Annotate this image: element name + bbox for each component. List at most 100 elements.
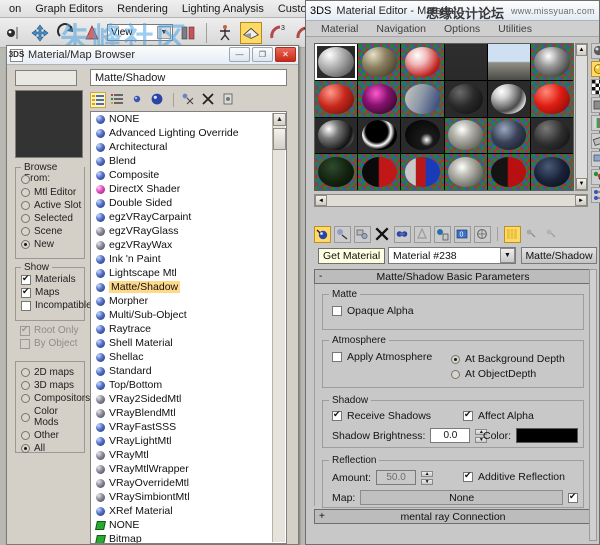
list-item[interactable]: egzVRayCarpaint: [91, 210, 286, 224]
checkbox-icon[interactable]: [463, 471, 473, 482]
collapse-sign[interactable]: -: [319, 271, 322, 282]
radio-icon[interactable]: [21, 188, 30, 197]
list-item[interactable]: Multi/Sub-Object: [91, 308, 286, 322]
material-map-browser-window[interactable]: 3DS Material/Map Browser — ❐ ✕ Browse Fr…: [6, 45, 299, 545]
radio-compositors[interactable]: Compositors: [21, 393, 90, 404]
browser-toolbar[interactable]: [90, 90, 287, 110]
scroll-up-button[interactable]: ▲: [576, 44, 587, 56]
put-to-library-icon[interactable]: [434, 225, 451, 243]
material-list-items[interactable]: NONE Advanced Lighting Override Architectu…: [91, 112, 286, 543]
material-list[interactable]: NONE Advanced Lighting Override Architectu…: [90, 111, 287, 544]
shadow-brightness-field[interactable]: Shadow Brightness: 0.0 ▲ ▼: [332, 428, 489, 443]
options-icon[interactable]: [591, 151, 600, 167]
list-item[interactable]: NONE: [91, 518, 286, 532]
checkbox-maps[interactable]: Maps: [21, 287, 84, 298]
menu-item-rendering[interactable]: Rendering: [110, 0, 175, 17]
menu-item-graph-editors[interactable]: Graph Editors: [28, 0, 110, 17]
sample-slot[interactable]: [315, 44, 358, 80]
assign-material-to-selection-icon[interactable]: [354, 225, 371, 243]
radio-icon[interactable]: [21, 431, 30, 440]
list-item[interactable]: Shell Material: [91, 336, 286, 350]
checkbox-icon[interactable]: [332, 410, 342, 421]
material-scissors-icon[interactable]: [181, 92, 197, 108]
sample-slot[interactable]: [315, 80, 358, 117]
radio-selected[interactable]: Selected: [21, 213, 84, 224]
list-item[interactable]: VRayMtl: [91, 448, 286, 462]
material-name-combo[interactable]: Material #238 ▼: [388, 247, 516, 264]
receive-shadows-checkbox[interactable]: Receive Shadows: [332, 410, 583, 422]
sample-slot[interactable]: [530, 80, 573, 117]
list-item[interactable]: VRaySimbiontMtl: [91, 490, 286, 504]
radio-other[interactable]: Other: [21, 430, 84, 441]
sample-slot[interactable]: [358, 44, 401, 80]
view-list-detail-icon[interactable]: [110, 92, 126, 108]
map-enable-checkbox-icon[interactable]: [568, 492, 578, 503]
menu-utilities[interactable]: Utilities: [489, 23, 541, 35]
make-preview-icon[interactable]: [591, 133, 600, 149]
sample-slot[interactable]: [401, 44, 444, 80]
radio-icon[interactable]: [21, 394, 30, 403]
sample-slot[interactable]: [315, 117, 358, 154]
snaps-toggle-icon[interactable]: [240, 21, 262, 44]
list-item[interactable]: Raytrace: [91, 322, 286, 336]
list-item[interactable]: Bitmap: [91, 532, 286, 543]
show-end-result-icon[interactable]: [504, 225, 521, 243]
radio-2d-maps[interactable]: 2D maps: [21, 367, 84, 378]
sample-slot[interactable]: [487, 117, 530, 154]
browser-preview-pane[interactable]: [15, 90, 83, 158]
radio-icon[interactable]: [21, 227, 30, 236]
list-item[interactable]: Standard: [91, 364, 286, 378]
editor-side-toolbar[interactable]: [590, 43, 600, 223]
radio-icon[interactable]: [21, 444, 30, 453]
list-item[interactable]: Morpher: [91, 294, 286, 308]
radio-mtl-editor[interactable]: Mtl Editor: [21, 187, 84, 198]
sample-slot[interactable]: [358, 154, 401, 190]
opaque-alpha-checkbox[interactable]: Opaque Alpha: [332, 305, 583, 317]
show-map-in-viewport-icon[interactable]: [474, 225, 491, 243]
menu-item-lighting-analysis[interactable]: Lighting Analysis: [175, 0, 271, 17]
sample-slot[interactable]: [487, 44, 530, 80]
amount-input[interactable]: 50.0: [376, 470, 417, 485]
radio-new[interactable]: New: [21, 239, 84, 250]
chevron-down-icon[interactable]: ▼: [500, 248, 515, 263]
list-item[interactable]: VRayLightMtl: [91, 434, 286, 448]
editor-params-scrollbar[interactable]: [589, 269, 597, 541]
checkbox-icon[interactable]: [21, 287, 31, 298]
additive-reflection-checkbox[interactable]: Additive Reflection: [463, 471, 565, 483]
list-item[interactable]: VRayFastSSS: [91, 420, 286, 434]
list-item[interactable]: Lightscape Mtl: [91, 266, 286, 280]
chevron-down-icon[interactable]: ▼: [157, 26, 171, 39]
radio-icon[interactable]: [21, 214, 30, 223]
sample-slot[interactable]: [315, 154, 358, 190]
sample-slot[interactable]: [487, 80, 530, 117]
sample-slot[interactable]: [530, 154, 573, 190]
scroll-thumb[interactable]: [273, 128, 286, 150]
radio-at-object-depth[interactable]: At ObjectDepth: [451, 368, 536, 380]
sample-slots-grid[interactable]: [314, 43, 574, 191]
list-item[interactable]: Advanced Lighting Override: [91, 126, 286, 140]
sample-slot[interactable]: [401, 80, 444, 117]
use-pivot-point-center-icon[interactable]: [177, 22, 199, 44]
radio-active-slot[interactable]: Active Slot: [21, 200, 84, 211]
view-list-icon[interactable]: [90, 92, 106, 108]
list-item[interactable]: Matte/Shadow: [91, 280, 286, 294]
list-item[interactable]: egzVRayGlass: [91, 224, 286, 238]
delete-x-icon[interactable]: [201, 92, 217, 108]
select-and-scale-icon[interactable]: [81, 22, 103, 44]
reset-map-icon[interactable]: [374, 226, 391, 243]
material-info-icon[interactable]: [221, 92, 237, 108]
select-and-manipulate-icon[interactable]: [214, 22, 236, 44]
menu-navigation[interactable]: Navigation: [367, 23, 435, 35]
menu-options[interactable]: Options: [435, 23, 489, 35]
radio-icon[interactable]: [21, 240, 30, 249]
list-item[interactable]: Shellac: [91, 350, 286, 364]
video-color-check-icon[interactable]: [591, 115, 600, 131]
browser-title-bar[interactable]: 3DS Material/Map Browser — ❐ ✕: [7, 46, 298, 65]
list-item[interactable]: VRayMtlWrapper: [91, 462, 286, 476]
put-material-to-scene-icon[interactable]: [334, 225, 351, 243]
sample-type-icon[interactable]: [591, 43, 600, 59]
sample-slot[interactable]: [358, 117, 401, 154]
browser-window-controls[interactable]: — ❐ ✕: [229, 47, 296, 62]
material-type-button[interactable]: Matte/Shadow: [521, 247, 597, 264]
go-to-parent-icon[interactable]: [524, 226, 541, 243]
